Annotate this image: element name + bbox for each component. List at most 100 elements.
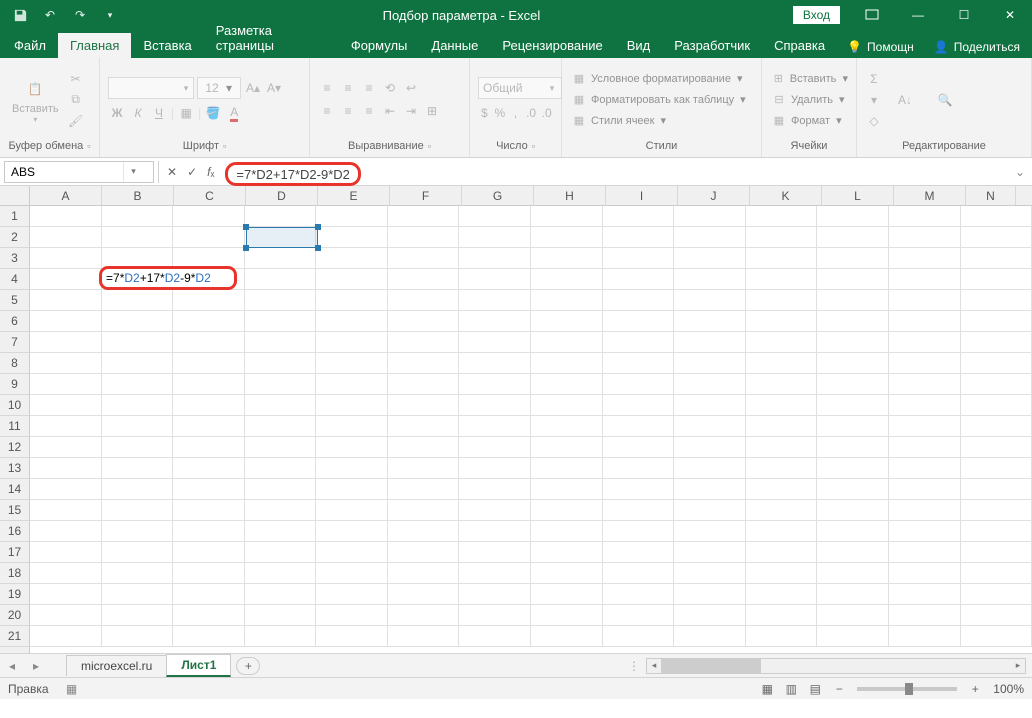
cell[interactable] [30, 290, 102, 311]
cell[interactable] [889, 626, 961, 647]
tab-insert[interactable]: Вставка [131, 33, 203, 58]
cell[interactable] [889, 206, 961, 227]
row-header[interactable]: 8 [0, 353, 29, 374]
row-header[interactable]: 13 [0, 458, 29, 479]
chevron-down-icon[interactable]: ▾ [226, 81, 232, 95]
cell[interactable] [961, 479, 1032, 500]
cell[interactable] [245, 374, 317, 395]
format-painter-icon[interactable]: 🖌 [67, 112, 85, 130]
page-break-view-icon[interactable]: ▤ [803, 682, 827, 696]
cell[interactable] [388, 248, 460, 269]
cell[interactable] [245, 479, 317, 500]
cell[interactable] [388, 290, 460, 311]
cell[interactable] [388, 374, 460, 395]
cell[interactable] [961, 584, 1032, 605]
cell[interactable] [388, 500, 460, 521]
cell[interactable] [817, 332, 889, 353]
cell[interactable] [817, 626, 889, 647]
cell[interactable] [459, 584, 531, 605]
conditional-formatting-button[interactable]: ▦Условное форматирование ▾ [570, 70, 753, 88]
cell[interactable] [603, 332, 675, 353]
dialog-launcher-icon[interactable]: ▫ [223, 141, 226, 151]
cell[interactable] [746, 290, 818, 311]
row-header[interactable]: 14 [0, 479, 29, 500]
cell[interactable] [961, 206, 1032, 227]
cancel-formula-icon[interactable]: ✕ [167, 165, 177, 179]
cell[interactable] [102, 332, 174, 353]
cell[interactable] [961, 332, 1032, 353]
insert-cells-button[interactable]: ⊞Вставить ▾ [770, 70, 848, 88]
cell[interactable] [674, 332, 746, 353]
align-left-icon[interactable]: ≡ [318, 102, 336, 120]
cell[interactable] [961, 248, 1032, 269]
bold-button[interactable]: Ж [108, 104, 126, 122]
cell[interactable] [817, 290, 889, 311]
cell[interactable] [674, 353, 746, 374]
cell[interactable] [102, 500, 174, 521]
cell[interactable] [531, 269, 603, 290]
row-header[interactable]: 15 [0, 500, 29, 521]
tell-me[interactable]: 💡Помощн [837, 36, 924, 58]
col-header[interactable]: L [822, 186, 894, 205]
login-button[interactable]: Вход [793, 6, 840, 24]
cell[interactable] [674, 605, 746, 626]
row-header[interactable]: 16 [0, 521, 29, 542]
cell[interactable] [603, 353, 675, 374]
cell[interactable] [889, 479, 961, 500]
col-header[interactable]: D [246, 186, 318, 205]
cell[interactable] [817, 584, 889, 605]
cell[interactable] [889, 269, 961, 290]
cell[interactable] [459, 227, 531, 248]
cell[interactable] [603, 563, 675, 584]
cell[interactable] [316, 584, 388, 605]
cell[interactable] [173, 437, 245, 458]
cell[interactable] [531, 311, 603, 332]
cell[interactable] [102, 311, 174, 332]
cell[interactable] [30, 227, 102, 248]
cell[interactable] [30, 395, 102, 416]
cell[interactable] [961, 416, 1032, 437]
cell[interactable] [459, 500, 531, 521]
cell[interactable] [531, 248, 603, 269]
sheet-tab-active[interactable]: Лист1 [166, 654, 231, 677]
cell[interactable] [316, 290, 388, 311]
cell[interactable] [531, 626, 603, 647]
cell[interactable] [746, 500, 818, 521]
normal-view-icon[interactable]: ▦ [755, 682, 779, 696]
cell[interactable] [603, 542, 675, 563]
row-header[interactable]: 12 [0, 437, 29, 458]
cell[interactable] [102, 395, 174, 416]
cell[interactable] [316, 227, 388, 248]
cell[interactable] [961, 395, 1032, 416]
cell[interactable] [316, 206, 388, 227]
cell[interactable] [817, 374, 889, 395]
cell[interactable] [173, 521, 245, 542]
scrollbar-thumb[interactable] [661, 659, 761, 673]
cell[interactable] [817, 605, 889, 626]
align-center-icon[interactable]: ≡ [339, 102, 357, 120]
tab-page-layout[interactable]: Разметка страницы [204, 18, 339, 58]
scroll-right-icon[interactable]: ▸ [1011, 659, 1025, 673]
cell[interactable] [30, 332, 102, 353]
col-header[interactable]: G [462, 186, 534, 205]
cell[interactable] [388, 605, 460, 626]
cell[interactable] [817, 269, 889, 290]
redo-icon[interactable]: ↷ [68, 3, 92, 27]
cell[interactable] [30, 626, 102, 647]
align-top-icon[interactable]: ≡ [318, 79, 336, 97]
name-box-dropdown-icon[interactable]: ▾ [123, 162, 143, 182]
cell[interactable] [817, 563, 889, 584]
cell[interactable] [245, 584, 317, 605]
tab-formulas[interactable]: Формулы [339, 33, 420, 58]
cell[interactable] [817, 500, 889, 521]
row-header[interactable]: 18 [0, 563, 29, 584]
cell[interactable] [674, 563, 746, 584]
range-handle[interactable] [243, 224, 249, 230]
cell[interactable] [746, 584, 818, 605]
cell[interactable] [746, 605, 818, 626]
cell[interactable] [746, 416, 818, 437]
cell[interactable] [674, 626, 746, 647]
cell[interactable] [459, 521, 531, 542]
cell[interactable] [316, 395, 388, 416]
zoom-level[interactable]: 100% [993, 682, 1024, 696]
